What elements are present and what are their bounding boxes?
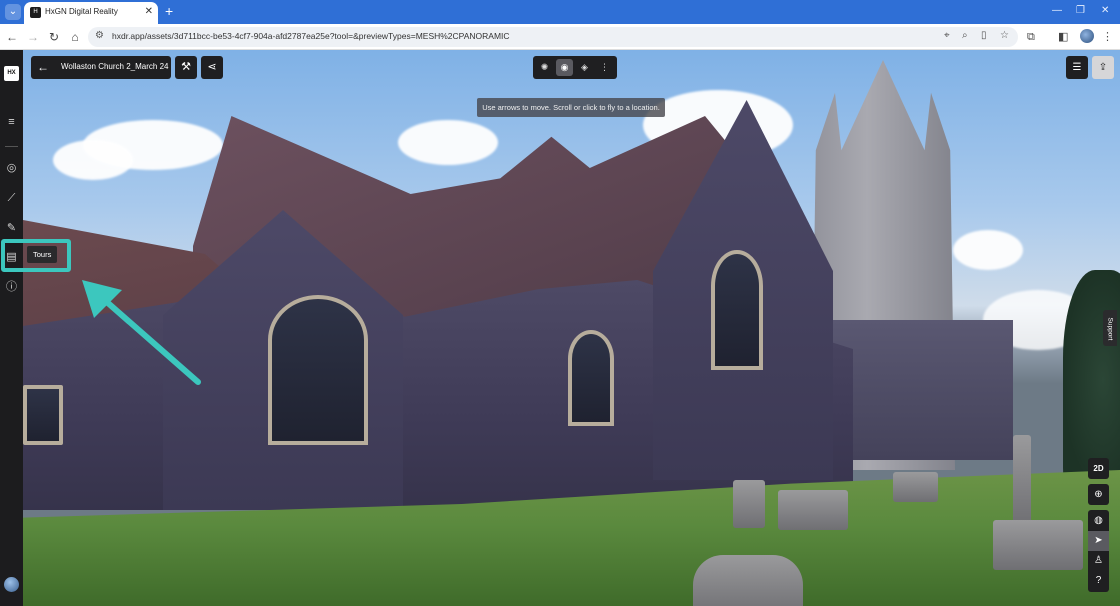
cloud <box>953 230 1023 270</box>
tab-search-icon[interactable]: ⌄ <box>5 4 21 20</box>
gravestone <box>693 555 803 606</box>
navigation-mode-stack: ◍ ➤ ♙ ? <box>1088 510 1109 592</box>
reload-icon[interactable]: ↻ <box>46 29 62 45</box>
gravestone <box>778 490 848 530</box>
share-icon[interactable]: ⋖ <box>201 56 223 79</box>
browser-menu-icon[interactable]: ⋮ <box>1102 29 1113 45</box>
church-window <box>568 330 614 426</box>
gravestone <box>733 480 765 528</box>
help-button[interactable]: ? <box>1088 571 1109 591</box>
navigation-hint: Use arrows to move. Scroll or click to f… <box>477 98 665 117</box>
annotation-tag-icon[interactable]: ✎ <box>3 220 20 237</box>
home-icon[interactable]: ⌂ <box>67 29 83 45</box>
crosshair-icon[interactable]: ⊕ <box>1088 484 1109 505</box>
tab-close-icon[interactable]: ✕ <box>145 6 153 18</box>
navigate-arrow-icon[interactable]: ➤ <box>1088 531 1109 551</box>
app-area: HX ≡ ◎ ⟋ ✎ ▤ ⓘ Tours ← Wollaston Church … <box>0 50 1120 606</box>
walk-person-icon[interactable]: ♙ <box>1088 551 1109 571</box>
orbit-globe-icon[interactable]: ◍ <box>1088 511 1109 531</box>
tree <box>1063 270 1120 490</box>
mesh-mode-icon[interactable]: ◉ <box>556 59 573 76</box>
asset-title: Wollaston Church 2_March 24 <box>61 62 169 71</box>
user-avatar[interactable] <box>4 577 19 592</box>
sidepanel-icon[interactable]: ◧ <box>1058 29 1068 45</box>
app-sidebar: HX ≡ ◎ ⟋ ✎ ▤ ⓘ <box>0 50 23 606</box>
browser-toolbar: ← → ↻ ⌂ ⚙ hxdr.app/assets/3d711bcc-be53-… <box>0 24 1120 50</box>
browser-window: ⌄ H HxGN Digital Reality ✕ + — ❐ ✕ ← → ↻… <box>0 0 1120 606</box>
menu-hamburger-icon[interactable]: ≡ <box>3 114 20 131</box>
settings-sliders-icon[interactable]: ☰ <box>1066 56 1088 79</box>
layers-icon[interactable]: ◎ <box>3 160 20 177</box>
browser-tab[interactable]: H HxGN Digital Reality ✕ <box>24 2 158 24</box>
new-tab-button[interactable]: + <box>165 3 173 19</box>
tab-title: HxGN Digital Reality <box>45 7 118 16</box>
address-bar[interactable]: ⚙ hxdr.app/assets/3d711bcc-be53-4cf7-904… <box>88 27 1018 47</box>
measure-ruler-icon[interactable]: ⟋ <box>3 190 20 207</box>
back-arrow-icon[interactable]: ← <box>37 59 49 76</box>
url-text[interactable]: hxdr.app/assets/3d711bcc-be53-4cf7-904a-… <box>112 31 510 41</box>
gravestone <box>993 520 1083 570</box>
forward-arrow-icon[interactable]: → <box>25 29 41 45</box>
zoom-icon[interactable]: ⌕ <box>962 30 968 41</box>
cloud <box>53 140 133 180</box>
bookmark-star-icon[interactable]: ☆ <box>1000 30 1009 41</box>
gravestone <box>893 472 938 502</box>
site-settings-icon[interactable]: ⚙ <box>95 30 104 41</box>
pointer-arrow-icon <box>82 280 201 385</box>
cloud <box>398 120 498 165</box>
upload-cloud-icon[interactable]: ⇪ <box>1092 56 1114 79</box>
window-maximize-button[interactable]: ❐ <box>1076 4 1085 18</box>
tours-tooltip: Tours <box>27 246 58 263</box>
panorama-mode-icon[interactable]: ◈ <box>576 59 593 76</box>
browser-profile-avatar[interactable] <box>1080 29 1094 43</box>
hxdr-favicon-icon: H <box>30 7 41 18</box>
church-window <box>268 295 368 445</box>
view-2d-button[interactable]: 2D <box>1088 458 1109 479</box>
back-arrow-icon[interactable]: ← <box>4 29 20 45</box>
info-icon[interactable]: ⓘ <box>3 279 20 296</box>
tools-wand-icon[interactable]: ⚒ <box>175 56 197 79</box>
tab-strip: ⌄ H HxGN Digital Reality ✕ + — ❐ ✕ <box>0 0 1120 24</box>
asset-title-bar: ← Wollaston Church 2_March 24 <box>31 56 171 79</box>
gravestone-cross <box>1013 435 1031 525</box>
house-window <box>23 385 63 445</box>
church-window <box>711 250 763 370</box>
page-icon[interactable]: ▯ <box>981 30 987 41</box>
sidebar-divider <box>5 146 18 147</box>
location-icon[interactable]: ⌖ <box>944 30 950 41</box>
extensions-icon[interactable]: ⧉ <box>1027 29 1035 45</box>
point-cloud-mode-icon[interactable]: ✺ <box>536 59 553 76</box>
view-mode-switch: ✺ ◉ ◈ ⋮ <box>533 56 617 79</box>
more-options-icon[interactable]: ⋮ <box>596 59 613 76</box>
support-label[interactable]: Support <box>1107 318 1114 341</box>
window-minimize-button[interactable]: — <box>1052 4 1062 18</box>
hxdr-logo[interactable]: HX <box>4 66 19 81</box>
window-close-button[interactable]: ✕ <box>1101 4 1109 18</box>
